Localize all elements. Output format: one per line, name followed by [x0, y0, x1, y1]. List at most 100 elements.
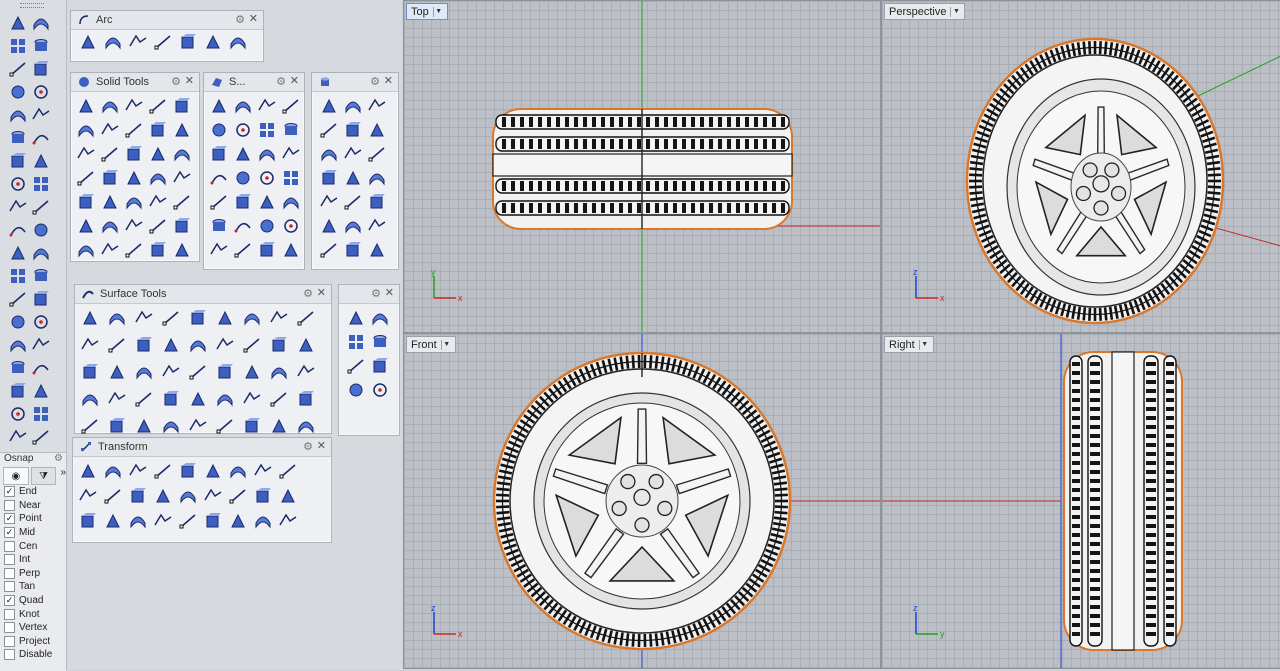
- main-tool-button[interactable]: [7, 380, 29, 402]
- main-tool-button[interactable]: [30, 104, 52, 126]
- main-tool-button[interactable]: [7, 242, 29, 264]
- transform-tool-button[interactable]: [152, 485, 174, 507]
- transform-tool-button[interactable]: [202, 510, 224, 532]
- array-tool-button[interactable]: [369, 307, 391, 329]
- array-tool-button[interactable]: [369, 355, 391, 377]
- surface-tools-tool-button[interactable]: [133, 307, 155, 329]
- solid-tool-button[interactable]: [147, 167, 169, 189]
- extra-tool-button[interactable]: [366, 143, 388, 165]
- transform-tool-button[interactable]: [102, 485, 124, 507]
- main-tool-button[interactable]: [30, 403, 52, 425]
- main-tool-button[interactable]: [7, 104, 29, 126]
- extra-tool-button[interactable]: [366, 95, 388, 117]
- osnap-tab-filter[interactable]: ⧩: [31, 467, 57, 485]
- solid-tool-button[interactable]: [99, 215, 121, 237]
- osnap-checkbox[interactable]: [4, 649, 15, 660]
- main-tool-button[interactable]: [7, 81, 29, 103]
- chevron-down-icon[interactable]: ▼: [441, 340, 452, 350]
- arc-tool-button[interactable]: [102, 31, 124, 53]
- main-tool-button[interactable]: [7, 334, 29, 356]
- surface-tools-tool-button[interactable]: [241, 307, 263, 329]
- gear-icon[interactable]: ⚙: [370, 75, 380, 88]
- solid-tool-button[interactable]: [75, 239, 97, 261]
- main-tool-button[interactable]: [30, 334, 52, 356]
- surface-tools-tool-button[interactable]: [187, 388, 209, 410]
- close-icon[interactable]: ✕: [185, 74, 194, 87]
- gear-icon[interactable]: ⚙: [303, 287, 313, 300]
- arc-tool-button[interactable]: [177, 31, 199, 53]
- surface-tools-titlebar[interactable]: Surface Tools ⚙ ✕: [75, 285, 331, 304]
- solid-tool-button[interactable]: [171, 191, 193, 213]
- main-tool-button[interactable]: [30, 35, 52, 57]
- solid-tool-button[interactable]: [171, 167, 193, 189]
- surface-tool-button[interactable]: [256, 143, 278, 165]
- transform-tool-button[interactable]: [177, 460, 199, 482]
- main-tool-button[interactable]: [7, 150, 29, 172]
- osnap-item[interactable]: ✓Point: [0, 512, 66, 526]
- main-tool-button[interactable]: [7, 58, 29, 80]
- extra-tool-button[interactable]: [342, 239, 364, 261]
- extra-tool-button[interactable]: [342, 143, 364, 165]
- viewport-perspective[interactable]: Perspective ▼ xz: [881, 0, 1280, 333]
- solid-tool-button[interactable]: [147, 239, 169, 261]
- surface-tools-tool-button[interactable]: [133, 415, 155, 437]
- extra-tool-button[interactable]: [318, 239, 340, 261]
- transform-tool-button[interactable]: [277, 460, 299, 482]
- solid-tool-button[interactable]: [171, 239, 193, 261]
- transform-tool-button[interactable]: [202, 485, 224, 507]
- extra-tool-button[interactable]: [342, 167, 364, 189]
- main-tool-button[interactable]: [7, 35, 29, 57]
- array-tool-button[interactable]: [345, 379, 367, 401]
- surface-tools-tool-button[interactable]: [79, 334, 101, 356]
- transform-tool-button[interactable]: [152, 510, 174, 532]
- osnap-item[interactable]: Int: [0, 553, 66, 567]
- transform-tool-button[interactable]: [177, 485, 199, 507]
- osnap-checkbox[interactable]: [4, 568, 15, 579]
- main-tool-button[interactable]: [30, 380, 52, 402]
- osnap-checkbox[interactable]: [4, 609, 15, 620]
- viewport-top-tab[interactable]: Top ▼: [406, 3, 448, 20]
- solid-tools-titlebar[interactable]: Solid Tools ⚙ ✕: [71, 73, 199, 92]
- osnap-checkbox[interactable]: ✓: [4, 595, 15, 606]
- transform-tool-button[interactable]: [227, 460, 249, 482]
- surface-tools-tool-button[interactable]: [133, 334, 155, 356]
- osnap-item[interactable]: Project: [0, 635, 66, 649]
- surface-tools-tool-button[interactable]: [187, 415, 209, 437]
- close-icon[interactable]: ✕: [290, 74, 299, 87]
- surface-tools-tool-button[interactable]: [160, 361, 182, 383]
- transform-tool-button[interactable]: [227, 485, 249, 507]
- surface-tools-tool-button[interactable]: [295, 388, 317, 410]
- extra-tool-button[interactable]: [366, 215, 388, 237]
- extra-palette-titlebar[interactable]: ⚙ ✕: [312, 73, 398, 92]
- surface-tools-tool-button[interactable]: [106, 307, 128, 329]
- gear-icon[interactable]: ⚙: [276, 75, 286, 88]
- surface-tools-tool-button[interactable]: [133, 361, 155, 383]
- main-tool-button[interactable]: [30, 127, 52, 149]
- solid-tool-button[interactable]: [171, 143, 193, 165]
- surface-tool-button[interactable]: [280, 191, 302, 213]
- surface-tool-button[interactable]: [232, 215, 254, 237]
- osnap-item[interactable]: Disable: [0, 648, 66, 662]
- surface-tool-button[interactable]: [232, 191, 254, 213]
- surface-tool-button[interactable]: [256, 119, 278, 141]
- transform-tool-button[interactable]: [102, 510, 124, 532]
- gear-icon[interactable]: ⚙: [171, 75, 181, 88]
- surface-tools-tool-button[interactable]: [241, 415, 263, 437]
- osnap-item[interactable]: Vertex: [0, 621, 66, 635]
- osnap-checkbox[interactable]: ✓: [4, 486, 15, 497]
- solid-tool-button[interactable]: [147, 215, 169, 237]
- array-tool-button[interactable]: [345, 331, 367, 353]
- arc-tool-button[interactable]: [202, 31, 224, 53]
- extra-tool-button[interactable]: [318, 143, 340, 165]
- array-tool-button[interactable]: [369, 379, 391, 401]
- surface-tool-button[interactable]: [208, 119, 230, 141]
- chevron-down-icon[interactable]: ▼: [433, 7, 444, 17]
- solid-tool-button[interactable]: [123, 143, 145, 165]
- solid-tool-button[interactable]: [99, 143, 121, 165]
- osnap-checkbox[interactable]: [4, 622, 15, 633]
- solid-tool-button[interactable]: [123, 191, 145, 213]
- main-tool-button[interactable]: [7, 219, 29, 241]
- surface-tools-tool-button[interactable]: [79, 361, 101, 383]
- surface-tool-button[interactable]: [232, 239, 254, 261]
- surface-tool-button[interactable]: [280, 215, 302, 237]
